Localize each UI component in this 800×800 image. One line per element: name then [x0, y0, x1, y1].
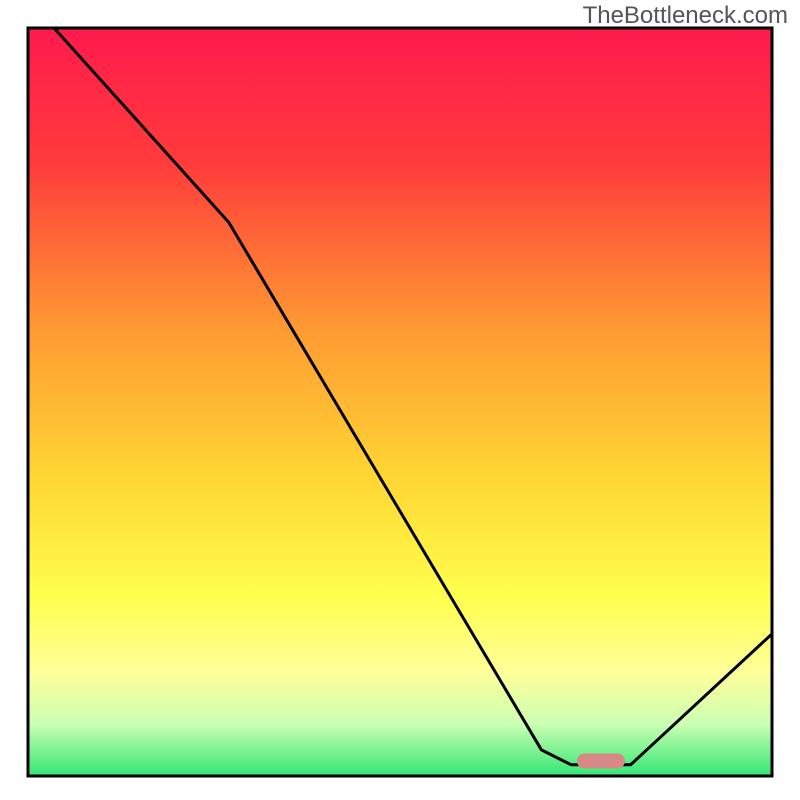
watermark-text: TheBottleneck.com: [583, 2, 788, 30]
chart-container: TheBottleneck.com: [0, 0, 800, 800]
gradient-background: [28, 28, 772, 776]
chart-svg: [0, 0, 800, 800]
optimal-marker: [577, 754, 625, 769]
